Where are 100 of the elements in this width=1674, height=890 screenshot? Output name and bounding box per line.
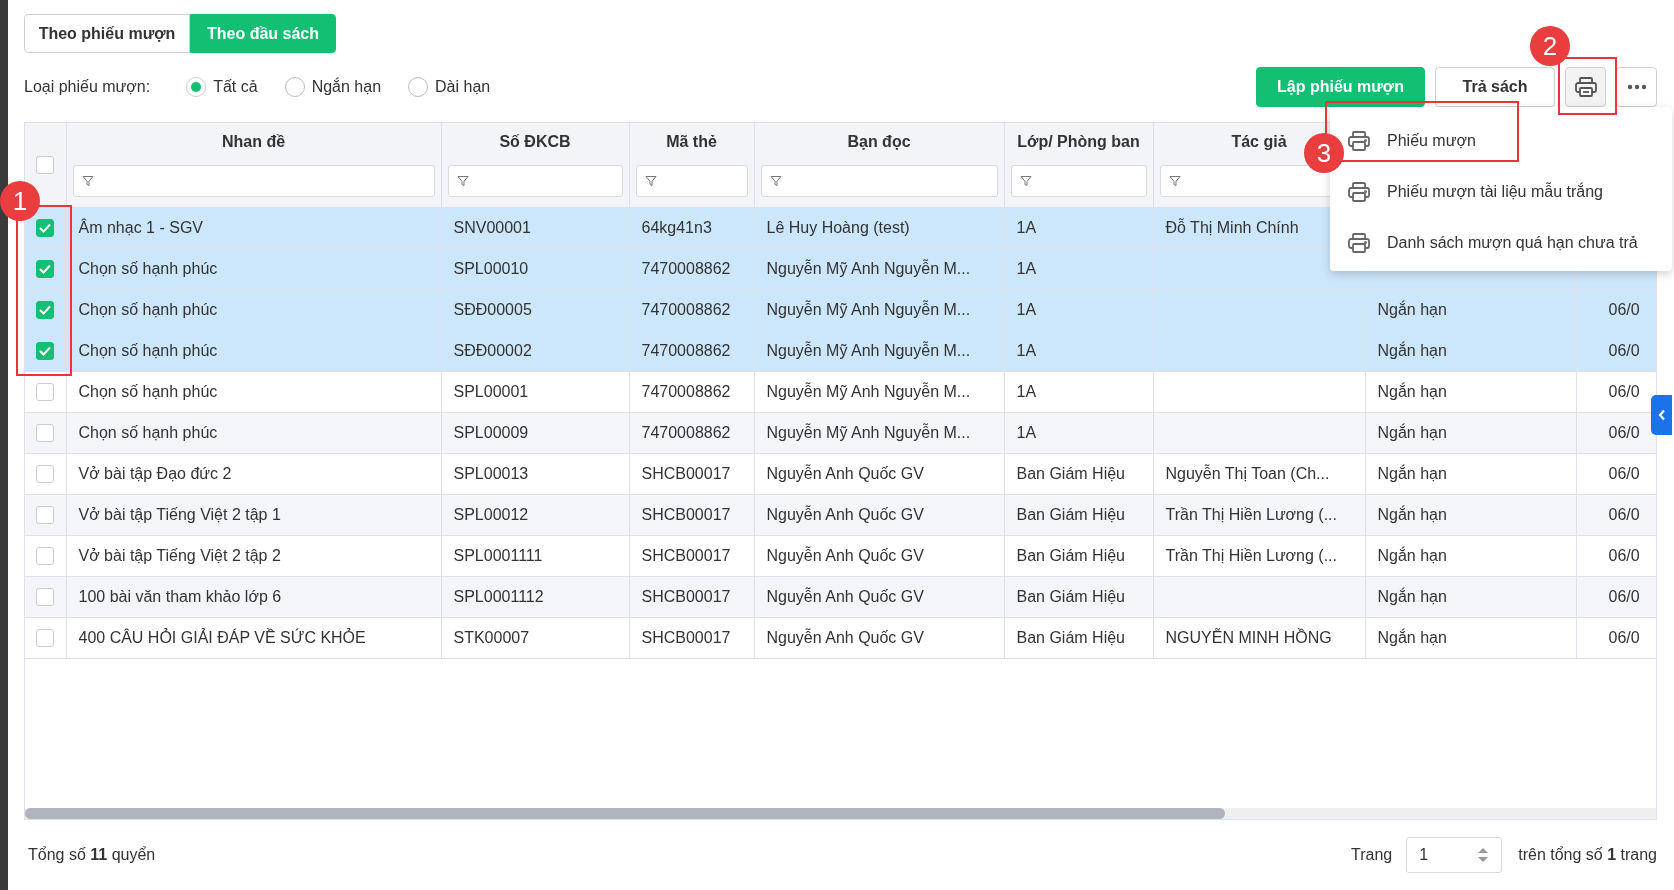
row-checkbox[interactable]: [36, 424, 55, 443]
table-cell: SĐĐ00005: [453, 301, 532, 318]
page-number-field[interactable]: 1: [1406, 837, 1503, 874]
table-cell: Ngắn hạn: [1377, 424, 1447, 441]
table-cell: Trần Thị Hiền Lương (...: [1165, 506, 1337, 523]
table-cell: 1A: [1016, 260, 1037, 277]
table-cell: 1A: [1016, 424, 1037, 441]
row-checkbox[interactable]: [36, 465, 55, 484]
table-cell: NGUYỄN MINH HỒNG: [1165, 629, 1332, 646]
row-checkbox[interactable]: [36, 506, 55, 525]
select-all-checkbox[interactable]: [36, 156, 55, 175]
radio-button[interactable]: [408, 77, 429, 97]
table-cell: SĐĐ00002: [453, 342, 532, 359]
table-cell: 06/0: [1608, 588, 1640, 605]
table-cell: Ngắn hạn: [1377, 588, 1447, 605]
row-checkbox[interactable]: [36, 383, 55, 402]
table-cell: 06/0: [1608, 342, 1640, 359]
table-cell: Chọn số hạnh phúc: [78, 424, 218, 441]
print-button[interactable]: [1565, 67, 1606, 107]
row-checkbox[interactable]: [36, 260, 55, 279]
table-cell: SHCB00017: [641, 547, 731, 564]
filter-field[interactable]: [447, 165, 623, 197]
table-cell: 7470008862: [641, 260, 731, 277]
filter-field[interactable]: [1010, 165, 1147, 197]
table-cell: 7470008862: [641, 424, 731, 441]
table-row[interactable]: Chọn số hạnh phúc SĐĐ00005 7470008862 Nguyễn Mỹ Anh Nguyễn M... 1A Ngắn hạn 06/0: [25, 289, 1656, 331]
row-checkbox[interactable]: [36, 301, 55, 320]
table-cell: Chọn số hạnh phúc: [78, 260, 218, 277]
table-cell: 06/0: [1608, 547, 1640, 564]
printer-icon: [1347, 231, 1371, 254]
table-cell: Nguyễn Thị Toan (Ch...: [1165, 465, 1330, 482]
radio-option[interactable]: Dài hạn: [408, 77, 491, 97]
table-cell: Vở bài tập Tiếng Việt 2 tập 1: [78, 506, 281, 523]
table-cell: 06/0: [1608, 301, 1640, 318]
printer-icon: [1347, 180, 1371, 203]
filter-icon: [81, 175, 94, 187]
table-row[interactable]: Vở bài tập Tiếng Việt 2 tập 2 SPL0001111 SHCB00017 Nguyễn Anh Quốc GV Ban Giám Hiệu Trần Thị Hiền Lương (... Ngắn hạn 06/0: [25, 535, 1656, 577]
table-cell: Vở bài tập Đạo đức 2: [78, 465, 232, 482]
table-cell: 06/0: [1608, 424, 1640, 441]
table-cell: Ban Giám Hiệu: [1016, 629, 1125, 646]
printer-icon: [1347, 129, 1371, 152]
table-cell: Ban Giám Hiệu: [1016, 506, 1125, 523]
table-row[interactable]: 100 bài văn tham khảo lớp 6 SPL0001112 SHCB00017 Nguyễn Anh Quốc GV Ban Giám Hiệu Ngắn hạn 06/0: [25, 576, 1656, 618]
table-cell: Ban Giám Hiệu: [1016, 588, 1125, 605]
view-tab[interactable]: Theo phiếu mượn: [24, 14, 190, 53]
table-cell: 1A: [1016, 301, 1037, 318]
return-books-button[interactable]: Trả sách: [1435, 67, 1555, 107]
table-cell: Nguyễn Anh Quốc GV: [766, 547, 924, 564]
table-row[interactable]: Vở bài tập Đạo đức 2 SPL00013 SHCB00017 Nguyễn Anh Quốc GV Ban Giám Hiệu Nguyễn Thị Toan (Ch... Ngắn hạn 06/0: [25, 453, 1656, 495]
table-cell: Ngắn hạn: [1377, 465, 1447, 482]
more-button[interactable]: [1616, 67, 1657, 107]
filter-field[interactable]: [760, 165, 998, 197]
page-total: trên tổng số 1 trang: [1518, 846, 1657, 865]
more-icon: [1626, 84, 1647, 90]
row-checkbox[interactable]: [36, 342, 55, 361]
radio-option[interactable]: Ngắn hạn: [284, 77, 382, 97]
table-cell: Nguyễn Anh Quốc GV: [766, 465, 924, 482]
filter-field[interactable]: [72, 165, 435, 197]
table-cell: 06/0: [1608, 506, 1640, 523]
table-cell: SPL00010: [453, 260, 529, 277]
table-cell: Vở bài tập Tiếng Việt 2 tập 2: [78, 547, 281, 564]
table-row[interactable]: 400 CÂU HỎI GIẢI ĐÁP VỀ SỨC KHỎE STK00007 SHCB00017 Nguyễn Anh Quốc GV Ban Giám Hiệu NGUYỄN MINH HỒNG Ngắn hạn 06/0: [25, 617, 1656, 659]
filter-icon: [1019, 175, 1032, 187]
row-checkbox[interactable]: [36, 547, 55, 566]
table-row[interactable]: Chọn số hạnh phúc SPL00009 7470008862 Nguyễn Mỹ Anh Nguyễn M... 1A Ngắn hạn 06/0: [25, 412, 1656, 454]
table-cell: Lê Huy Hoàng (test): [766, 219, 910, 236]
table-cell: Ngắn hạn: [1377, 383, 1447, 400]
highlight-overlay: [1558, 57, 1617, 115]
chevron-left-icon: [1657, 409, 1666, 421]
radio-button[interactable]: [186, 77, 207, 97]
table-cell: Đỗ Thị Minh Chính: [1165, 219, 1299, 236]
table-cell: SPL00009: [453, 424, 529, 441]
table-cell: 1A: [1016, 219, 1037, 236]
total-count: Tổng số 11 quyển: [28, 846, 156, 865]
radio-button[interactable]: [284, 77, 305, 97]
table-cell: Nguyễn Mỹ Anh Nguyễn M...: [766, 424, 971, 441]
table-cell: 7470008862: [641, 301, 731, 318]
loan-type-label: Loại phiếu mượn:: [24, 78, 151, 96]
table-cell: 100 bài văn tham khảo lớp 6: [78, 588, 282, 605]
table-cell: Ban Giám Hiệu: [1016, 547, 1125, 564]
table-cell: 64kg41n3: [641, 219, 712, 236]
filter-icon: [1168, 175, 1181, 187]
table-row[interactable]: Vở bài tập Tiếng Việt 2 tập 1 SPL00012 SHCB00017 Nguyễn Anh Quốc GV Ban Giám Hiệu Trần Thị Hiền Lương (... Ngắn hạn 06/0: [25, 494, 1656, 536]
row-checkbox[interactable]: [36, 588, 55, 607]
printer-icon: [1573, 76, 1598, 98]
row-checkbox[interactable]: [36, 219, 55, 238]
table-cell: Âm nhạc 1 - SGV: [78, 219, 203, 236]
table-row[interactable]: Chọn số hạnh phúc SĐĐ00002 7470008862 Nguyễn Mỹ Anh Nguyễn M... 1A Ngắn hạn 06/0: [25, 330, 1656, 372]
table-cell: 7470008862: [641, 342, 731, 359]
horizontal-scrollbar[interactable]: [25, 808, 1656, 820]
table-cell: 400 CÂU HỎI GIẢI ĐÁP VỀ SỨC KHỎE: [78, 629, 366, 646]
spinner-icon: [1477, 846, 1490, 865]
collapse-tab[interactable]: [1651, 395, 1672, 435]
table-cell: 1A: [1016, 383, 1037, 400]
table-cell: Chọn số hạnh phúc: [78, 301, 218, 318]
radio-option[interactable]: Tất cả: [186, 77, 258, 97]
row-checkbox[interactable]: [36, 629, 55, 648]
filter-field[interactable]: [635, 165, 748, 197]
table-cell: SHCB00017: [641, 465, 731, 482]
table-row[interactable]: Chọn số hạnh phúc SPL00001 7470008862 Nguyễn Mỹ Anh Nguyễn M... 1A Ngắn hạn 06/0: [25, 371, 1656, 413]
